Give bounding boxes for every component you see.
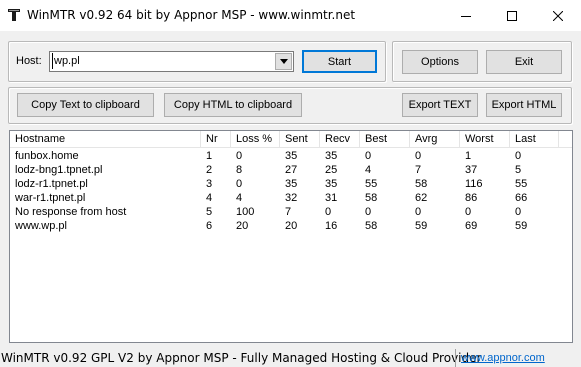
nr-cell: 5	[206, 206, 213, 218]
maximize-button[interactable]	[489, 0, 535, 31]
minimize-icon	[461, 15, 471, 17]
export-text-button[interactable]: Export TEXT	[402, 93, 478, 117]
best-cell: 58	[365, 220, 378, 232]
avrg-cell: 0	[415, 150, 422, 162]
worst-cell: 86	[465, 192, 478, 204]
copy-html-button[interactable]: Copy HTML to clipboard	[164, 93, 302, 117]
last-cell: 0	[515, 206, 522, 218]
start-button[interactable]: Start	[302, 50, 377, 73]
column-header-last[interactable]: Last	[510, 131, 559, 147]
recv-cell: 35	[325, 178, 338, 190]
column-header-best[interactable]: Best	[360, 131, 410, 147]
host-input-value[interactable]: wp.pl	[54, 55, 80, 67]
table-row[interactable]: www.wp.pl 6 20 20 16 58 59 69 59	[10, 219, 572, 233]
recv-cell: 16	[325, 220, 338, 232]
sent-cell: 7	[285, 206, 292, 218]
appnor-link[interactable]: www.appnor.com	[461, 352, 545, 364]
table-row[interactable]: lodz-bng1.tpnet.pl 2 8 27 25 4 7 37 5	[10, 163, 572, 177]
dropdown-arrow-icon	[279, 59, 288, 64]
nr-cell: 6	[206, 220, 213, 232]
avrg-cell: 62	[415, 192, 428, 204]
loss-cell: 100	[236, 206, 255, 218]
best-cell: 58	[365, 192, 378, 204]
status-bar: WinMTR v0.92 GPL V2 by Appnor MSP - Full…	[0, 348, 581, 367]
loss-cell: 8	[236, 164, 243, 176]
best-cell: 0	[365, 150, 372, 162]
hostname-cell: lodz-r1.tpnet.pl	[15, 178, 88, 190]
title-bar[interactable]: WinMTR v0.92 64 bit by Appnor MSP - www.…	[0, 0, 581, 31]
export-html-button[interactable]: Export HTML	[486, 93, 562, 117]
column-header-sent[interactable]: Sent	[280, 131, 320, 147]
maximize-icon	[507, 10, 517, 21]
table-header: Hostname Nr Loss % Sent Recv Best Avrg W…	[10, 131, 572, 148]
nr-cell: 2	[206, 164, 213, 176]
nr-cell: 3	[206, 178, 213, 190]
worst-cell: 1	[465, 150, 472, 162]
avrg-cell: 7	[415, 164, 422, 176]
hostname-cell: funbox.home	[15, 150, 79, 162]
column-header-recv[interactable]: Recv	[320, 131, 360, 147]
avrg-cell: 59	[415, 220, 428, 232]
close-icon	[553, 10, 563, 21]
best-cell: 55	[365, 178, 378, 190]
sent-cell: 32	[285, 192, 298, 204]
column-header-hostname[interactable]: Hostname	[10, 131, 201, 147]
last-cell: 66	[515, 192, 528, 204]
hostname-cell: www.wp.pl	[15, 220, 67, 232]
worst-cell: 37	[465, 164, 478, 176]
loss-cell: 0	[236, 150, 243, 162]
sent-cell: 20	[285, 220, 298, 232]
recv-cell: 35	[325, 150, 338, 162]
last-cell: 0	[515, 150, 522, 162]
recv-cell: 0	[325, 206, 332, 218]
loss-cell: 4	[236, 192, 243, 204]
nr-cell: 4	[206, 192, 213, 204]
main-client-area: Host: wp.pl Start Options Exit Copy Text…	[0, 31, 581, 367]
winmtr-app-icon	[8, 9, 20, 21]
table-row[interactable]: war-r1.tpnet.pl 4 4 32 31 58 62 86 66	[10, 191, 572, 205]
table-row[interactable]: No response from host 5 100 7 0 0 0 0 0	[10, 205, 572, 219]
sent-cell: 35	[285, 178, 298, 190]
column-header-nr[interactable]: Nr	[201, 131, 231, 147]
best-cell: 4	[365, 164, 372, 176]
hostname-cell: No response from host	[15, 206, 127, 218]
last-cell: 55	[515, 178, 528, 190]
column-header-loss[interactable]: Loss %	[231, 131, 280, 147]
hostname-cell: lodz-bng1.tpnet.pl	[15, 164, 103, 176]
avrg-cell: 58	[415, 178, 428, 190]
close-button[interactable]	[535, 0, 581, 31]
last-cell: 5	[515, 164, 522, 176]
window-title: WinMTR v0.92 64 bit by Appnor MSP - www.…	[27, 8, 356, 22]
sent-cell: 35	[285, 150, 298, 162]
recv-cell: 25	[325, 164, 338, 176]
exit-button[interactable]: Exit	[486, 50, 562, 74]
host-label: Host:	[16, 55, 42, 67]
minimize-button[interactable]	[443, 0, 489, 31]
copy-text-button[interactable]: Copy Text to clipboard	[17, 93, 154, 117]
loss-cell: 0	[236, 178, 243, 190]
table-row[interactable]: lodz-r1.tpnet.pl 3 0 35 35 55 58 116 55	[10, 177, 572, 191]
results-table[interactable]: Hostname Nr Loss % Sent Recv Best Avrg W…	[9, 130, 573, 343]
worst-cell: 69	[465, 220, 478, 232]
status-divider	[455, 349, 456, 367]
host-combobox[interactable]: wp.pl	[49, 51, 294, 72]
host-dropdown-button[interactable]	[275, 53, 292, 70]
nr-cell: 1	[206, 150, 213, 162]
loss-cell: 20	[236, 220, 249, 232]
worst-cell: 0	[465, 206, 472, 218]
sent-cell: 27	[285, 164, 298, 176]
status-text: WinMTR v0.92 GPL V2 by Appnor MSP - Full…	[1, 351, 482, 365]
last-cell: 59	[515, 220, 528, 232]
text-cursor	[52, 53, 53, 69]
column-header-worst[interactable]: Worst	[460, 131, 510, 147]
worst-cell: 116	[465, 178, 483, 190]
table-row[interactable]: funbox.home 1 0 35 35 0 0 1 0	[10, 149, 572, 163]
options-button[interactable]: Options	[402, 50, 478, 74]
hostname-cell: war-r1.tpnet.pl	[15, 192, 86, 204]
best-cell: 0	[365, 206, 372, 218]
recv-cell: 31	[325, 192, 338, 204]
avrg-cell: 0	[415, 206, 422, 218]
column-header-avrg[interactable]: Avrg	[410, 131, 460, 147]
